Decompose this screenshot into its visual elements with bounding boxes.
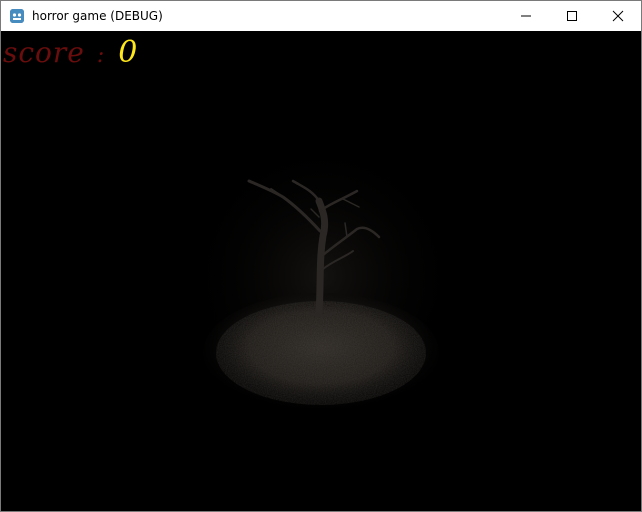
title-bar[interactable]: horror game (DEBUG) bbox=[1, 1, 641, 31]
window-controls bbox=[503, 1, 641, 31]
minimize-icon bbox=[521, 15, 531, 17]
window-title: horror game (DEBUG) bbox=[32, 9, 163, 23]
maximize-button[interactable] bbox=[549, 1, 595, 31]
minimize-button[interactable] bbox=[503, 1, 549, 31]
godot-engine-icon bbox=[10, 9, 24, 23]
score-value: 0 bbox=[118, 35, 138, 70]
score-display: score : 0 bbox=[3, 35, 137, 70]
score-label: score bbox=[3, 36, 85, 69]
score-separator: : bbox=[96, 43, 105, 68]
close-icon bbox=[612, 10, 624, 22]
game-window: horror game (DEBUG) score: 0 bbox=[0, 0, 642, 512]
maximize-icon bbox=[567, 11, 577, 21]
game-scene bbox=[183, 136, 463, 416]
close-button[interactable] bbox=[595, 1, 641, 31]
game-viewport[interactable]: score : 0 bbox=[1, 31, 641, 511]
